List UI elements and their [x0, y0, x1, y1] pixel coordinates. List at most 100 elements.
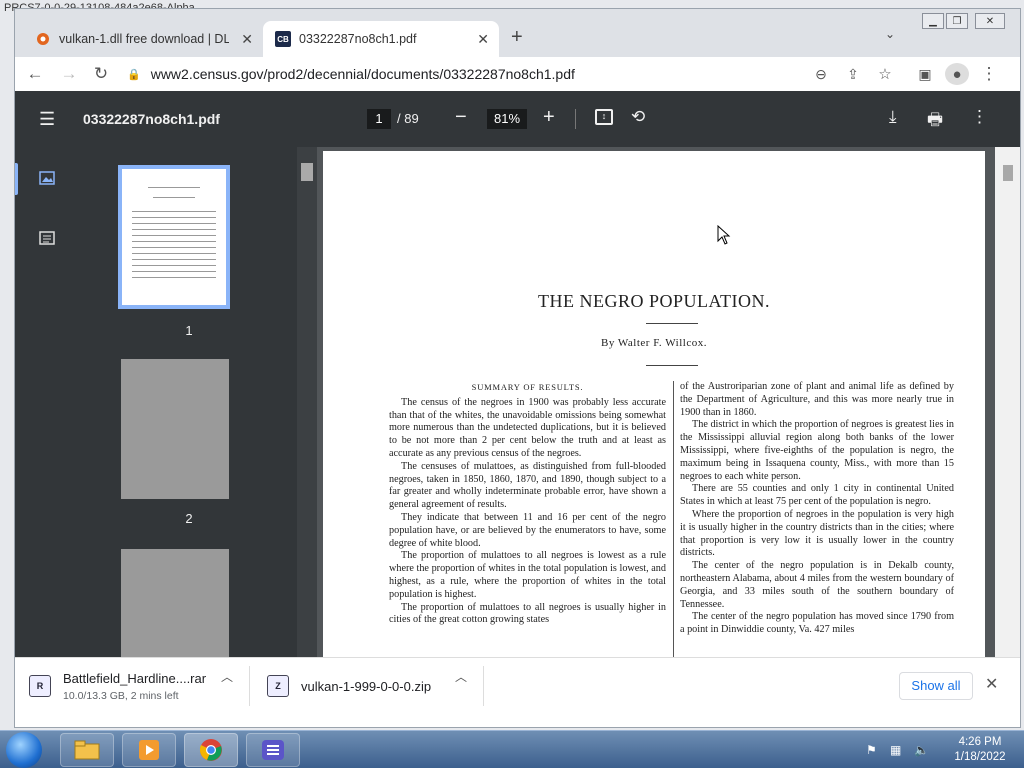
- thumbnail-panel: 1 2: [81, 147, 297, 657]
- tray-flag-icon[interactable]: ⚑: [866, 743, 877, 757]
- paragraph: Where the proportion of negroes in the p…: [680, 508, 954, 559]
- tab-strip: vulkan-1.dll free download | DLL- ✕ CB 0…: [15, 9, 1020, 57]
- sidebar-rail: [15, 147, 81, 657]
- tab-search-chevron-icon[interactable]: ⌄: [885, 27, 895, 41]
- clock-time: 4:26 PM: [958, 736, 1002, 748]
- zip-file-icon: Z: [267, 675, 289, 697]
- fit-page-icon[interactable]: ↕: [595, 109, 613, 125]
- pdf-toolbar: ☰ 03322287no8ch1.pdf 1 / 89 − 81% + ↕ ⟲ …: [15, 91, 1020, 147]
- print-icon[interactable]: 🖶: [927, 107, 943, 136]
- document-author: By Walter F. Willcox.: [601, 337, 707, 349]
- new-tab-icon[interactable]: +: [511, 25, 523, 49]
- thumbnail-label: 2: [185, 511, 193, 526]
- share-icon[interactable]: ⇪: [841, 63, 865, 85]
- page-total: / 89: [397, 111, 419, 126]
- browser-window: vulkan-1.dll free download | DLL- ✕ CB 0…: [14, 8, 1021, 728]
- document-page: THE NEGRO POPULATION. By Walter F. Willc…: [323, 151, 985, 657]
- cb-icon: CB: [275, 31, 291, 47]
- download-item-zip[interactable]: Z vulkan-1-999-0-0-0.zip: [267, 666, 431, 706]
- zoom-out-icon[interactable]: −: [455, 106, 467, 129]
- paragraph: The center of the negro population has m…: [680, 611, 954, 636]
- tray-network-icon[interactable]: ▦: [890, 743, 901, 757]
- download-icon[interactable]: ⤓: [889, 107, 897, 127]
- tab-title: 03322287no8ch1.pdf: [299, 32, 417, 46]
- pdf-filename: 03322287no8ch1.pdf: [83, 111, 220, 127]
- download-divider: [249, 666, 250, 706]
- zoom-in-icon[interactable]: +: [543, 106, 555, 129]
- paragraph: The censuses of mulattoes, as distinguis…: [389, 460, 666, 511]
- tab-close-icon[interactable]: ✕: [241, 31, 253, 47]
- outline-view-icon[interactable]: [39, 231, 57, 247]
- author-rule: [646, 365, 698, 366]
- media-player-icon[interactable]: [122, 733, 176, 767]
- url-text: www2.census.gov/prod2/decennial/document…: [150, 66, 575, 82]
- taskbar: ⚑ ▦ 🔈 4:26 PM 1/18/2022: [0, 730, 1024, 768]
- reload-icon[interactable]: ↻: [89, 63, 113, 85]
- bookmark-star-icon[interactable]: ☆: [873, 63, 897, 85]
- paragraph: There are 55 counties and only 1 city in…: [680, 483, 954, 508]
- forward-icon[interactable]: →: [57, 63, 81, 85]
- rar-file-icon: R: [29, 675, 51, 697]
- zoom-level-input[interactable]: 81%: [487, 109, 527, 129]
- paragraph: The census of the negroes in 1900 was pr…: [389, 396, 666, 459]
- restore-icon[interactable]: ❐: [946, 13, 968, 29]
- page-thumbnail-1[interactable]: [118, 165, 230, 309]
- profile-avatar-icon[interactable]: ●: [945, 63, 969, 85]
- download-filename: Battlefield_Hardline....rar: [63, 670, 207, 686]
- paragraph: The proportion of mulattoes to all negro…: [389, 601, 666, 626]
- pdf-viewer: ☰ 03322287no8ch1.pdf 1 / 89 − 81% + ↕ ⟲ …: [15, 91, 1020, 657]
- clock[interactable]: 4:26 PM 1/18/2022: [944, 735, 1016, 765]
- tab-title: vulkan-1.dll free download | DLL-: [59, 32, 229, 46]
- file-explorer-icon[interactable]: [60, 733, 114, 767]
- active-view-indicator: [15, 163, 18, 195]
- download-divider: [483, 666, 484, 706]
- page-thumbnail-2[interactable]: [121, 359, 229, 499]
- tray-volume-icon[interactable]: 🔈: [914, 743, 929, 757]
- show-all-button[interactable]: Show all: [899, 672, 973, 700]
- toolbar-divider: [575, 109, 576, 129]
- download-item-rar[interactable]: R Battlefield_Hardline....rar 10.0/13.3 …: [29, 666, 206, 706]
- dll-files-icon: [35, 31, 51, 47]
- thumbnails-view-icon[interactable]: [39, 171, 57, 187]
- thumbnail-scrollbar[interactable]: [297, 147, 317, 657]
- browser-menu-icon[interactable]: ⋮: [977, 63, 1001, 85]
- address-bar[interactable]: 🔒 www2.census.gov/prod2/decennial/docume…: [127, 60, 807, 88]
- pdf-more-options-icon[interactable]: ⋮: [971, 107, 988, 127]
- zoom-icon[interactable]: ⊖: [809, 63, 833, 85]
- page-thumbnail-3[interactable]: [121, 549, 229, 657]
- back-icon[interactable]: ←: [23, 63, 47, 85]
- summary-heading: SUMMARY OF RESULTS.: [471, 382, 584, 392]
- tab-close-icon[interactable]: ✕: [477, 31, 489, 47]
- page-number-input[interactable]: 1: [367, 109, 391, 129]
- left-column: SUMMARY OF RESULTS. The census of the ne…: [389, 381, 666, 627]
- clock-date: 1/18/2022: [954, 751, 1006, 763]
- chrome-icon[interactable]: [184, 733, 238, 767]
- hamburger-menu-icon[interactable]: ☰: [39, 109, 55, 130]
- document-title: THE NEGRO POPULATION.: [538, 291, 770, 311]
- mouse-cursor-icon: [717, 224, 731, 248]
- lock-icon: 🔒: [127, 68, 141, 81]
- download-options-chevron-icon[interactable]: ︿: [221, 668, 233, 685]
- close-window-icon[interactable]: ✕: [975, 13, 1005, 29]
- paragraph: The proportion of mulattoes to all negro…: [389, 550, 666, 600]
- side-panel-icon[interactable]: ▣: [913, 63, 937, 85]
- start-button-icon[interactable]: [6, 732, 42, 768]
- tab-dll-download[interactable]: vulkan-1.dll free download | DLL- ✕: [23, 21, 263, 57]
- downloads-bar: R Battlefield_Hardline....rar 10.0/13.3 …: [15, 657, 1020, 713]
- column-divider: [673, 381, 674, 657]
- app-launcher-icon[interactable]: [246, 733, 300, 767]
- document-area: THE NEGRO POPULATION. By Walter F. Willc…: [317, 147, 995, 657]
- close-downloads-icon[interactable]: ✕: [985, 674, 998, 694]
- minimize-icon[interactable]: ▁: [922, 13, 944, 29]
- download-status: 10.0/13.3 GB, 2 mins left: [63, 689, 179, 702]
- rotate-icon[interactable]: ⟲: [631, 107, 645, 127]
- tab-pdf[interactable]: CB 03322287no8ch1.pdf ✕: [263, 21, 499, 57]
- browser-toolbar: ← → ↻ 🔒 www2.census.gov/prod2/decennial/…: [15, 57, 1020, 91]
- download-options-chevron-icon[interactable]: ︿: [455, 668, 467, 685]
- paragraph: The center of the negro population is in…: [680, 560, 954, 610]
- paragraph: The district in which the proportion of …: [680, 419, 954, 482]
- paragraph: They indicate that between 11 and 16 per…: [389, 511, 666, 549]
- right-column: of the Austroriparian zone of plant and …: [680, 381, 954, 637]
- document-scrollbar[interactable]: [995, 147, 1020, 657]
- download-filename: vulkan-1-999-0-0-0.zip: [301, 678, 432, 694]
